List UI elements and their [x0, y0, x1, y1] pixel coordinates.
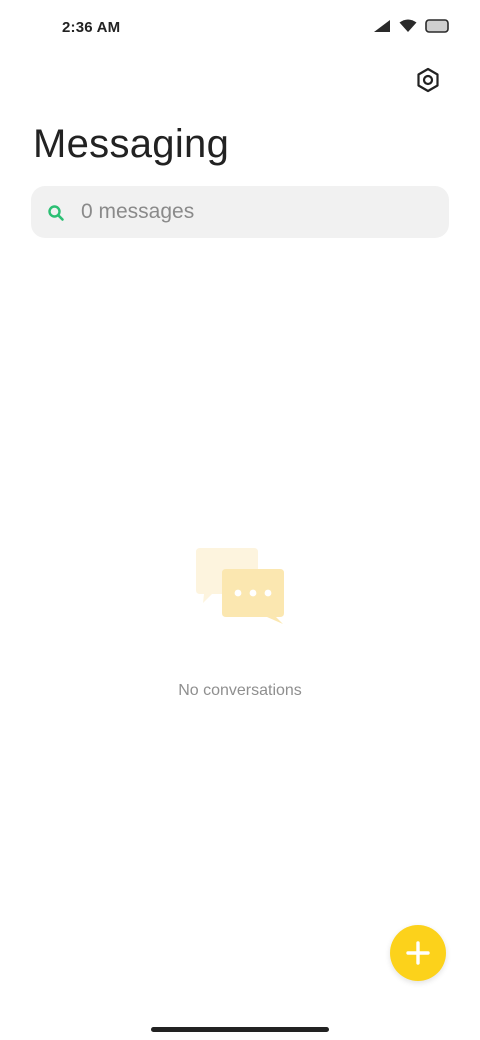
status-bar: 2:36 AM	[0, 0, 480, 56]
page-title: Messaging	[33, 122, 230, 166]
wifi-icon	[399, 19, 417, 32]
signal-icon	[374, 20, 390, 32]
conversations-icon	[196, 548, 284, 624]
plus-icon	[406, 941, 430, 965]
search-placeholder: 0 messages	[81, 200, 195, 223]
battery-icon	[425, 19, 449, 33]
settings-icon	[417, 67, 439, 93]
home-indicator[interactable]	[151, 1027, 329, 1032]
new-conversation-button[interactable]	[390, 925, 446, 981]
empty-state-text: No conversations	[178, 682, 302, 699]
status-icons	[373, 19, 450, 33]
settings-button[interactable]	[410, 62, 446, 98]
status-time: 2:36 AM	[62, 19, 121, 36]
search-icon	[48, 205, 64, 221]
